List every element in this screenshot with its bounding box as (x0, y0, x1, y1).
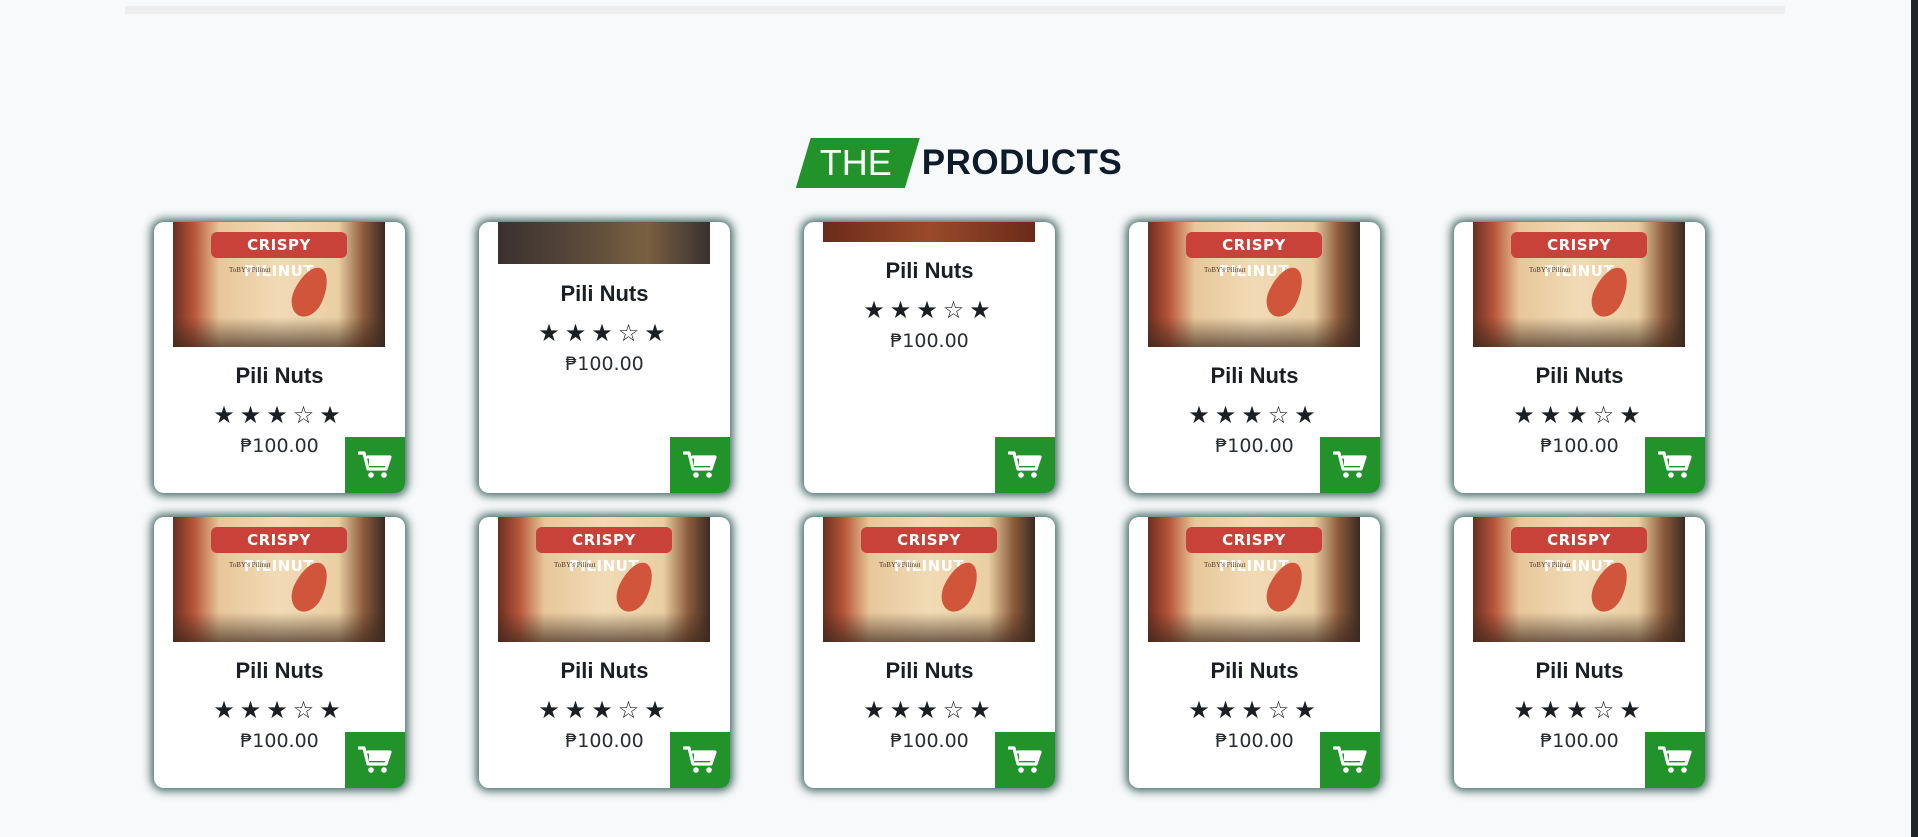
product-name[interactable]: Pili Nuts (1454, 363, 1705, 389)
product-card[interactable]: CRISPY PILINUT ToBY's Pilinut Pili Nuts ★★★… (1129, 222, 1380, 493)
product-label-text: CRISPY PILINUT (861, 527, 997, 575)
shopping-cart-icon (1658, 745, 1692, 775)
product-name[interactable]: Pili Nuts (154, 658, 405, 684)
product-image[interactable]: CRISPY PILINUT ToBY's Pilinut (823, 517, 1035, 642)
product-label-fineprint: ToBY's Pilinut (1529, 561, 1571, 569)
shopping-cart-icon (683, 745, 717, 775)
product-label-text: CRISPY PILINUT (1186, 232, 1322, 280)
rating-stars-icon: ★★★☆★ (538, 319, 671, 347)
product-image[interactable] (823, 222, 1035, 242)
add-to-cart-button[interactable] (995, 732, 1055, 788)
product-card[interactable]: CRISPY PILINUT ToBY's Pilinut Pili Nuts ★★★… (154, 222, 405, 493)
product-label-fineprint: ToBY's Pilinut (879, 561, 921, 569)
product-name[interactable]: Pili Nuts (479, 281, 730, 307)
add-to-cart-button[interactable] (1320, 732, 1380, 788)
product-label-fineprint: ToBY's Pilinut (229, 561, 271, 569)
product-image[interactable]: CRISPY PILINUT ToBY's Pilinut (173, 517, 385, 642)
product-grid: CRISPY PILINUT ToBY's Pilinut Pili Nuts ★★★… (154, 222, 1705, 788)
section-heading: THE PRODUCTS (0, 138, 1918, 188)
product-card[interactable]: CRISPY PILINUT ToBY's Pilinut Pili Nuts ★★★… (1129, 517, 1380, 788)
product-card[interactable]: CRISPY PILINUT ToBY's Pilinut Pili Nuts ★★★… (1454, 222, 1705, 493)
product-label-text: CRISPY PILINUT (211, 232, 347, 280)
product-label-text: CRISPY PILINUT (1511, 527, 1647, 575)
product-card[interactable]: CRISPY PILINUT ToBY's Pilinut Pili Nuts ★★★… (479, 517, 730, 788)
product-image[interactable]: CRISPY PILINUT ToBY's Pilinut (498, 517, 710, 642)
product-name[interactable]: Pili Nuts (154, 363, 405, 389)
product-image[interactable]: CRISPY PILINUT ToBY's Pilinut (173, 222, 385, 347)
rating-stars-icon: ★★★☆★ (863, 696, 996, 724)
product-image[interactable]: CRISPY PILINUT ToBY's Pilinut (1148, 517, 1360, 642)
rating-stars-icon: ★★★☆★ (863, 296, 996, 324)
add-to-cart-button[interactable] (670, 732, 730, 788)
add-to-cart-button[interactable] (1645, 732, 1705, 788)
product-label-fineprint: ToBY's Pilinut (1204, 266, 1246, 274)
add-to-cart-button[interactable] (345, 732, 405, 788)
product-name[interactable]: Pili Nuts (1129, 363, 1380, 389)
rating-stars-icon: ★★★☆★ (1188, 696, 1321, 724)
rating-stars-icon: ★★★☆★ (1513, 401, 1646, 429)
add-to-cart-button[interactable] (995, 437, 1055, 493)
add-to-cart-button[interactable] (670, 437, 730, 493)
scrollbar-track[interactable] (1911, 0, 1918, 837)
shopping-cart-icon (1008, 450, 1042, 480)
product-label-fineprint: ToBY's Pilinut (229, 266, 271, 274)
top-divider (125, 6, 1785, 14)
product-price: ₱100.00 (890, 330, 969, 352)
product-label-text: CRISPY PILINUT (1511, 232, 1647, 280)
shopping-cart-icon (1333, 745, 1367, 775)
shopping-cart-icon (358, 745, 392, 775)
rating-stars-icon: ★★★☆★ (1513, 696, 1646, 724)
heading-word: PRODUCTS (921, 143, 1123, 182)
product-label-fineprint: ToBY's Pilinut (554, 561, 596, 569)
product-name[interactable]: Pili Nuts (804, 658, 1055, 684)
add-to-cart-button[interactable] (345, 437, 405, 493)
product-name[interactable]: Pili Nuts (1129, 658, 1380, 684)
add-to-cart-button[interactable] (1645, 437, 1705, 493)
product-card[interactable]: CRISPY PILINUT ToBY's Pilinut Pili Nuts ★★★… (154, 517, 405, 788)
rating-stars-icon: ★★★☆★ (1188, 401, 1321, 429)
product-label-text: CRISPY PILINUT (536, 527, 672, 575)
product-image[interactable]: CRISPY PILINUT ToBY's Pilinut (1473, 222, 1685, 347)
product-label-fineprint: ToBY's Pilinut (1204, 561, 1246, 569)
shopping-cart-icon (1658, 450, 1692, 480)
shopping-cart-icon (683, 450, 717, 480)
shopping-cart-icon (1008, 745, 1042, 775)
rating-stars-icon: ★★★☆★ (213, 696, 346, 724)
product-name[interactable]: Pili Nuts (479, 658, 730, 684)
product-card[interactable]: Pili Nuts ★★★☆★ ₱100.00 (479, 222, 730, 493)
product-name[interactable]: Pili Nuts (1454, 658, 1705, 684)
add-to-cart-button[interactable] (1320, 437, 1380, 493)
rating-stars-icon: ★★★☆★ (538, 696, 671, 724)
product-price: ₱100.00 (565, 353, 644, 375)
product-label-text: CRISPY PILINUT (1186, 527, 1322, 575)
product-image[interactable] (498, 222, 710, 264)
product-name[interactable]: Pili Nuts (804, 258, 1055, 284)
product-card[interactable]: CRISPY PILINUT ToBY's Pilinut Pili Nuts ★★★… (1454, 517, 1705, 788)
shopping-cart-icon (1333, 450, 1367, 480)
product-card[interactable]: CRISPY PILINUT ToBY's Pilinut Pili Nuts ★★★… (804, 517, 1055, 788)
product-image[interactable]: CRISPY PILINUT ToBY's Pilinut (1148, 222, 1360, 347)
product-label-fineprint: ToBY's Pilinut (1529, 266, 1571, 274)
shopping-cart-icon (358, 450, 392, 480)
rating-stars-icon: ★★★☆★ (213, 401, 346, 429)
product-label-text: CRISPY PILINUT (211, 527, 347, 575)
heading-tag: THE (795, 138, 920, 188)
product-image[interactable]: CRISPY PILINUT ToBY's Pilinut (1473, 517, 1685, 642)
product-card[interactable]: Pili Nuts ★★★☆★ ₱100.00 (804, 222, 1055, 493)
